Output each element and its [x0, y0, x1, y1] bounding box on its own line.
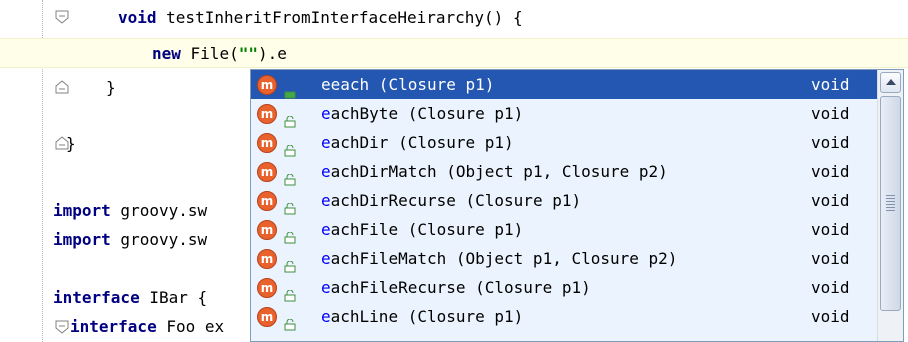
keyword: import [53, 230, 111, 249]
method-params: (Closure p1) [388, 133, 514, 152]
keyword: void [118, 8, 157, 27]
return-type: void [811, 278, 850, 297]
public-visibility-icon [284, 253, 296, 273]
public-visibility-icon [284, 79, 296, 99]
method-icon: m [257, 249, 277, 269]
code-line-current: new File("").e [152, 43, 287, 65]
return-type: void [811, 75, 850, 94]
code-text: groovy.sw [110, 230, 208, 249]
return-type: void [811, 162, 850, 181]
method-icon: m [257, 133, 277, 153]
method-icon: m [257, 104, 277, 124]
method-name: achFileRecurse [330, 278, 466, 297]
method-params: (Closure p1) [465, 278, 591, 297]
method-icon: m [257, 191, 277, 211]
fold-collapse-icon[interactable] [55, 320, 69, 334]
match-prefix: e [321, 278, 331, 297]
code-text: Foo ex [156, 317, 225, 336]
method-name: achByte [330, 104, 399, 123]
method-params: (Closure p1) [398, 104, 524, 123]
method-icon: m [257, 220, 277, 240]
match-prefix: e [321, 191, 331, 210]
match-prefix: e [321, 220, 331, 239]
public-visibility-icon [284, 108, 296, 128]
public-visibility-icon [284, 224, 296, 244]
match-prefix: e [321, 307, 331, 326]
public-visibility-icon [284, 137, 296, 157]
keyword: interface [53, 288, 140, 307]
completion-item[interactable]: m eachDir (Closure p1) void [251, 128, 877, 157]
return-type: void [811, 191, 850, 210]
method-params: (Closure p1) [398, 307, 524, 326]
completion-item[interactable]: m eachByte (Closure p1) void [251, 99, 877, 128]
method-icon: m [257, 75, 277, 95]
code-text: ).e [257, 44, 287, 63]
fold-collapse-icon[interactable] [55, 10, 69, 24]
fold-end-icon[interactable] [55, 80, 69, 94]
completion-item[interactable]: m eachDirMatch (Object p1, Closure p2) voi… [251, 157, 877, 186]
code-line: void testInheritFromInterfaceHeirarchy()… [118, 7, 523, 29]
string-literal: "" [238, 44, 258, 63]
scroll-grip-icon [886, 195, 895, 213]
code-line: interface Foo ex [70, 316, 224, 338]
method-params: (Object p1, Closure p2) [436, 162, 668, 181]
completion-item[interactable]: m eachFile (Closure p1) void [251, 215, 877, 244]
return-type: void [811, 104, 850, 123]
method-params: (Closure p1) [369, 75, 495, 94]
match-prefix: e [321, 104, 331, 123]
completion-item[interactable]: m eachLine (Closure p1) void [251, 302, 877, 331]
code-text: } [66, 134, 76, 153]
popup-scrollbar[interactable] [877, 70, 903, 341]
method-icon: m [257, 162, 277, 182]
match-prefix: e [321, 249, 331, 268]
method-name: achDirRecurse [330, 191, 456, 210]
method-icon: m [257, 278, 277, 298]
completion-item[interactable]: m eachDirRecurse (Closure p1) void [251, 186, 877, 215]
method-name: achFileMatch [330, 249, 447, 268]
code-text: groovy.sw [110, 201, 208, 220]
public-visibility-icon [284, 195, 296, 215]
keyword: new [152, 44, 181, 63]
completion-popup[interactable]: m eeach (Closure p1) void m eachByte (Closur… [250, 69, 904, 342]
method-name: achLine [330, 307, 399, 326]
match-prefix: e [321, 162, 331, 181]
scroll-up-button[interactable] [880, 72, 901, 93]
return-type: void [811, 220, 850, 239]
method-name: each [330, 75, 370, 94]
completion-item[interactable]: m eachFileMatch (Object p1, Closure p2) vo… [251, 244, 877, 273]
return-type: void [811, 249, 850, 268]
completion-item[interactable]: m eachFileRecurse (Closure p1) void [251, 273, 877, 302]
completion-item[interactable]: m eeach (Closure p1) void [251, 70, 877, 99]
method-name: achDirMatch [330, 162, 437, 181]
keyword: interface [70, 317, 157, 336]
code-line: } [66, 133, 76, 155]
code-text: IBar { [139, 288, 208, 307]
return-type: void [811, 133, 850, 152]
code-line: import groovy.sw [53, 229, 207, 251]
match-prefix: e [321, 75, 331, 94]
code-text: } [106, 78, 116, 97]
code-line: interface IBar { [53, 287, 207, 309]
code-text: File( [180, 44, 239, 63]
method-params: (Closure p1) [398, 220, 524, 239]
match-prefix: e [321, 133, 331, 152]
scroll-thumb[interactable] [880, 96, 901, 311]
public-visibility-icon [284, 282, 296, 302]
public-visibility-icon [284, 311, 296, 331]
method-params: (Closure p1) [455, 191, 582, 210]
current-line-highlight [0, 38, 908, 68]
method-name: achFile [330, 220, 399, 239]
code-text: testInheritFromInterfaceHeirarchy() { [156, 8, 523, 27]
public-visibility-icon [284, 166, 296, 186]
method-params: (Object p1, Closure p2) [446, 249, 678, 268]
method-name: achDir [330, 133, 389, 152]
keyword: import [53, 201, 111, 220]
code-line: import groovy.sw [53, 200, 207, 222]
code-line: } [106, 77, 116, 99]
return-type: void [811, 307, 850, 326]
method-icon: m [257, 307, 277, 327]
